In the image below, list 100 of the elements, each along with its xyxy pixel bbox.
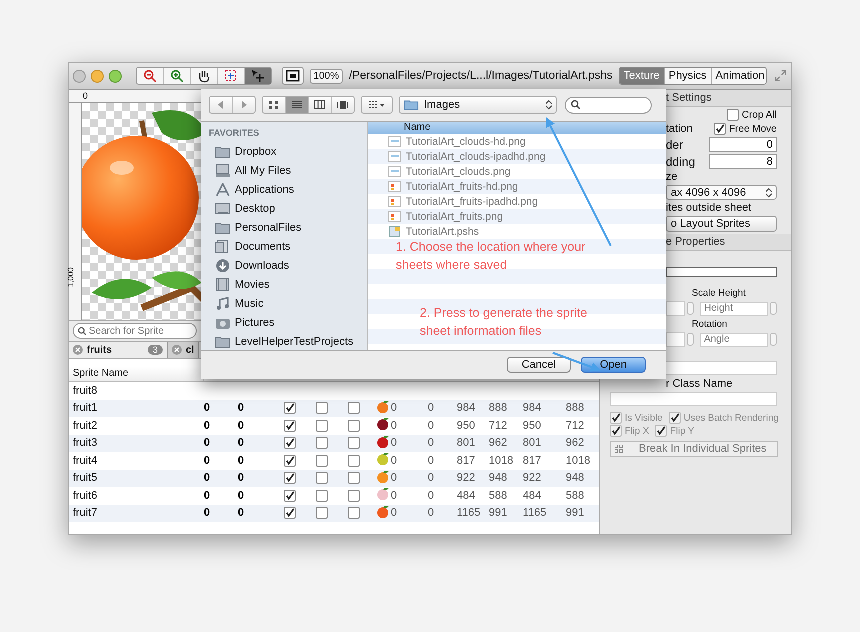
- sidebar-item[interactable]: Pictures: [201, 313, 367, 332]
- file-name[interactable]: TutorialArt_fruits.png: [406, 210, 504, 222]
- checkbox[interactable]: [610, 425, 622, 437]
- checkbox[interactable]: [610, 412, 622, 424]
- file-name[interactable]: TutorialArt_clouds.png: [406, 166, 511, 178]
- arrange-icon: [368, 100, 386, 110]
- sidebar-item[interactable]: LevelHelperTestProjects: [201, 332, 367, 351]
- sidebar-item[interactable]: Movies: [201, 275, 367, 294]
- window-control-icon[interactable]: [91, 70, 104, 82]
- checkbox[interactable]: [284, 402, 296, 414]
- file-name[interactable]: TutorialArt.pshs: [406, 226, 480, 238]
- sheet-tab[interactable]: cl: [168, 342, 200, 358]
- search-field[interactable]: Search for Sprite: [73, 323, 197, 339]
- sidebar-item[interactable]: PersonalFiles: [201, 218, 367, 237]
- table-cell-text: 962: [489, 437, 508, 450]
- checkbox[interactable]: [284, 420, 296, 432]
- fit-view-button[interactable]: [282, 67, 304, 85]
- table-cell-text: 0: [391, 507, 398, 520]
- checkbox[interactable]: [316, 420, 328, 432]
- move-tool-button[interactable]: [244, 68, 271, 84]
- checkbox[interactable]: [348, 507, 360, 520]
- window-control-icon[interactable]: [73, 70, 86, 82]
- table-cell-text: 0: [204, 454, 212, 467]
- table-cell-text: 0: [204, 437, 212, 450]
- layout-sprites-button[interactable]: o Layout Sprites: [666, 216, 777, 232]
- checkbox[interactable]: [284, 437, 296, 450]
- sidebar-item[interactable]: Documents: [201, 237, 367, 256]
- checkbox[interactable]: [284, 490, 296, 502]
- checkbox[interactable]: [316, 454, 328, 467]
- stack-icon: [215, 164, 231, 178]
- checkbox[interactable]: [284, 507, 296, 520]
- size-dropdown[interactable]: ax 4096 x 4096: [666, 185, 777, 200]
- sidebar-item[interactable]: Downloads: [201, 256, 367, 275]
- cancel-button[interactable]: Cancel: [506, 357, 572, 373]
- close-icon[interactable]: [172, 345, 182, 355]
- zoom-level[interactable]: 100%: [310, 68, 344, 84]
- field-label: Rotation: [692, 319, 728, 330]
- sidebar-item[interactable]: Music: [201, 294, 367, 313]
- file-name[interactable]: TutorialArt_clouds-ipadhd.png: [406, 150, 546, 162]
- table-cell-text: 0: [428, 454, 436, 467]
- table-cell-text: 1018: [489, 454, 514, 467]
- number-field[interactable]: [666, 332, 686, 347]
- window-control-icon[interactable]: [109, 70, 122, 82]
- document-icon: [388, 226, 402, 238]
- open-button[interactable]: Open: [581, 357, 646, 373]
- number-field[interactable]: [666, 301, 686, 316]
- checkbox[interactable]: [316, 507, 328, 520]
- break-sprites-button[interactable]: Break In Individual Sprites: [610, 441, 778, 457]
- class-name-field[interactable]: [610, 392, 777, 406]
- checkbox[interactable]: [316, 437, 328, 450]
- checkbox[interactable]: [348, 454, 360, 467]
- file-name[interactable]: TutorialArt_fruits-hd.png: [406, 180, 518, 192]
- location-dropdown[interactable]: Images: [399, 96, 557, 114]
- sidebar-item[interactable]: Desktop: [201, 199, 367, 218]
- download-icon: [215, 258, 231, 272]
- table-cell-text: 991: [489, 507, 508, 520]
- checkbox[interactable]: [316, 472, 328, 484]
- checkbox[interactable]: [284, 472, 296, 484]
- column-header[interactable]: Name: [368, 122, 666, 134]
- checkbox[interactable]: [668, 412, 681, 424]
- table-cell-text: fruit6: [72, 490, 98, 502]
- sidebar-item[interactable]: Applications: [201, 180, 367, 199]
- border-field[interactable]: 0: [709, 137, 777, 152]
- checkbox-label: Crop All: [742, 110, 777, 120]
- checkbox[interactable]: [726, 109, 739, 121]
- table-cell-text: 588: [489, 490, 508, 502]
- scale-height-field[interactable]: Height: [700, 302, 768, 316]
- table-cell-text: 950: [457, 420, 476, 432]
- checkbox[interactable]: [316, 402, 328, 414]
- fullscreen-icon[interactable]: [775, 70, 787, 82]
- rotation-field[interactable]: Angle: [700, 332, 768, 346]
- checkbox[interactable]: [714, 123, 726, 135]
- checkbox[interactable]: [316, 490, 328, 502]
- grid-icon: [615, 445, 623, 453]
- sidebar-item[interactable]: All My Files: [201, 161, 367, 180]
- panel-tab[interactable]: Physics: [664, 68, 711, 84]
- panel-tab[interactable]: Animation: [710, 68, 766, 84]
- search-field[interactable]: [565, 96, 652, 114]
- table-cell-text: fruit5: [72, 472, 98, 484]
- annotation-text: 1. Choose the location where your sheets where saved: [396, 239, 586, 274]
- table-cell-text: fruit2: [72, 420, 98, 432]
- checkbox[interactable]: [348, 437, 360, 450]
- sheet-tab[interactable]: fruits 3: [69, 342, 168, 358]
- sidebar-item[interactable]: Dropbox: [201, 142, 367, 161]
- close-icon[interactable]: [73, 345, 83, 355]
- file-name[interactable]: TutorialArt_clouds-hd.png: [406, 136, 526, 148]
- file-name[interactable]: TutorialArt_fruits-ipadhd.png: [406, 196, 538, 208]
- padding-field[interactable]: 8: [709, 154, 777, 169]
- checkbox[interactable]: [348, 490, 360, 502]
- annotation-text: 2. Press to generate the sprite sheet information files: [420, 305, 588, 340]
- checkbox[interactable]: [348, 402, 360, 414]
- text-field[interactable]: [666, 267, 777, 277]
- table-cell-text: 948: [489, 472, 508, 484]
- list-view-button[interactable]: [285, 97, 308, 113]
- checkbox-label: Uses Batch Rendering: [684, 412, 779, 424]
- checkbox[interactable]: [284, 454, 296, 467]
- checkbox[interactable]: [348, 420, 360, 432]
- panel-tab[interactable]: Texture: [620, 68, 664, 84]
- checkbox[interactable]: [348, 472, 360, 484]
- checkbox[interactable]: [655, 425, 668, 437]
